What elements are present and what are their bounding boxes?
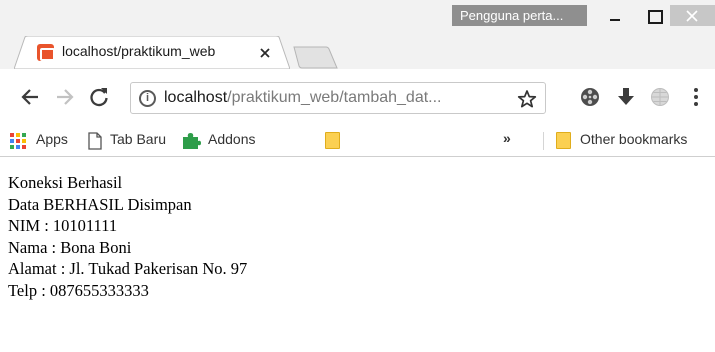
tab-title: localhost/praktikum_web xyxy=(62,43,254,59)
other-bookmarks-label: Other bookmarks xyxy=(580,131,688,147)
star-icon[interactable] xyxy=(517,89,537,109)
bookmark-label: Addons xyxy=(208,131,256,147)
toolbar: i localhost/praktikum_web/tambah_dat... xyxy=(0,69,715,124)
url-path: /praktikum_web/tambah_dat... xyxy=(227,89,442,106)
folder-icon xyxy=(556,132,571,149)
folder-icon xyxy=(325,132,340,149)
bookmarks-bar: Apps Tab Baru Addons » Other bookmarks xyxy=(0,124,715,157)
field-nama: Nama : Bona Boni xyxy=(8,237,132,257)
field-telp: Telp : 087655333333 xyxy=(8,280,149,300)
status-saved: Data BERHASIL Disimpan xyxy=(8,194,192,214)
page-icon xyxy=(88,132,102,150)
close-icon[interactable] xyxy=(670,5,715,26)
title-bar: Pengguna perta... localhost/praktikum_we… xyxy=(0,0,715,69)
url-text[interactable]: localhost/praktikum_web/tambah_dat... xyxy=(164,89,501,107)
back-arrow-icon[interactable] xyxy=(20,87,40,107)
forward-arrow-icon[interactable] xyxy=(55,87,75,107)
url-host: localhost xyxy=(164,89,228,106)
more-vertical-icon[interactable] xyxy=(692,87,700,107)
puzzle-icon xyxy=(183,133,201,149)
download-icon[interactable] xyxy=(616,86,636,108)
bookmark-label: Tab Baru xyxy=(110,131,167,147)
xampp-icon xyxy=(37,44,55,61)
bookmark-label: Apps xyxy=(36,131,68,147)
film-reel-icon[interactable] xyxy=(580,87,600,107)
apps-grid-icon xyxy=(10,133,26,149)
maximize-icon[interactable] xyxy=(634,5,672,26)
page-content: Koneksi Berhasil Data BERHASIL Disimpan … xyxy=(8,172,247,301)
reload-icon[interactable] xyxy=(88,86,110,108)
tab-active[interactable]: localhost/praktikum_web xyxy=(14,36,290,69)
field-nim: NIM : 10101111 xyxy=(8,216,118,235)
globe-icon[interactable] xyxy=(650,87,670,107)
minimize-icon[interactable] xyxy=(596,5,634,26)
status-connection: Koneksi Berhasil xyxy=(8,173,123,192)
field-alamat: Alamat : Jl. Tukad Pakerisan No. 97 xyxy=(8,259,248,278)
profile-button[interactable]: Pengguna perta... xyxy=(452,5,587,26)
address-bar[interactable]: i localhost/praktikum_web/tambah_dat... xyxy=(130,82,546,114)
bookmarks-overflow-button[interactable]: » xyxy=(503,130,511,146)
info-icon[interactable]: i xyxy=(139,90,156,107)
close-icon[interactable] xyxy=(256,44,274,62)
bookmarks-divider xyxy=(543,132,544,150)
new-tab-button[interactable] xyxy=(292,46,338,69)
